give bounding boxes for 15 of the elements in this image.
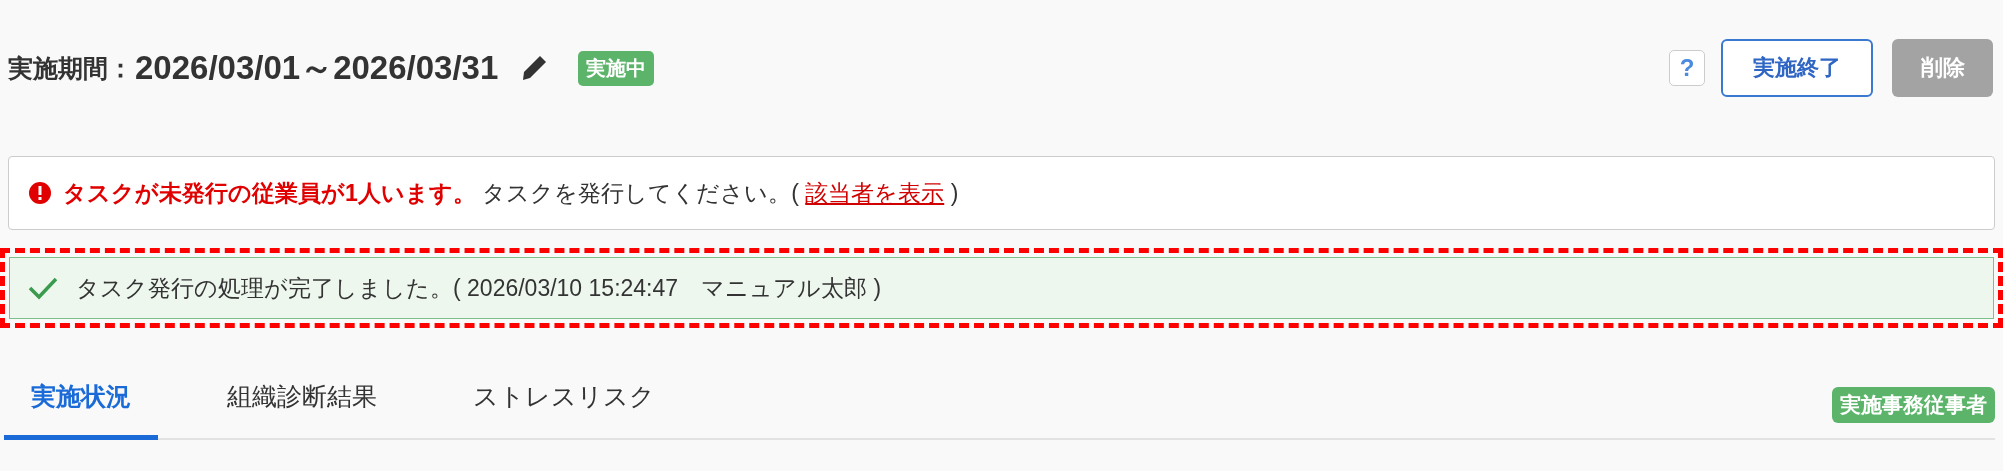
finish-button[interactable]: 実施終了 xyxy=(1721,39,1873,97)
period-dates: 2026/03/01～2026/03/31 xyxy=(135,47,499,88)
pencil-icon[interactable] xyxy=(520,54,549,82)
exclamation-icon xyxy=(29,182,51,204)
checkmark-icon xyxy=(28,276,58,300)
alert-message: タスクが未発行の従業員が1人います。 タスクを発行してください。( 該当者を表示 ) xyxy=(63,178,959,208)
tab[interactable]: 実施状況 xyxy=(4,380,158,440)
tab[interactable]: 組織診断結果 xyxy=(200,380,404,440)
notice-message: タスク発行の処理が完了しました。( 2026/03/10 15:24:47 マニュアル太郎 ) xyxy=(76,273,882,303)
help-button[interactable]: ? xyxy=(1669,50,1705,86)
tab[interactable]: ストレスリスク xyxy=(446,380,682,440)
status-badge: 実施中 xyxy=(578,50,655,86)
role-badge: 実施事務従事者 xyxy=(1832,387,1995,423)
period-label: 実施期間： xyxy=(8,52,133,84)
show-employees-link[interactable]: 該当者を表示 xyxy=(805,179,945,206)
